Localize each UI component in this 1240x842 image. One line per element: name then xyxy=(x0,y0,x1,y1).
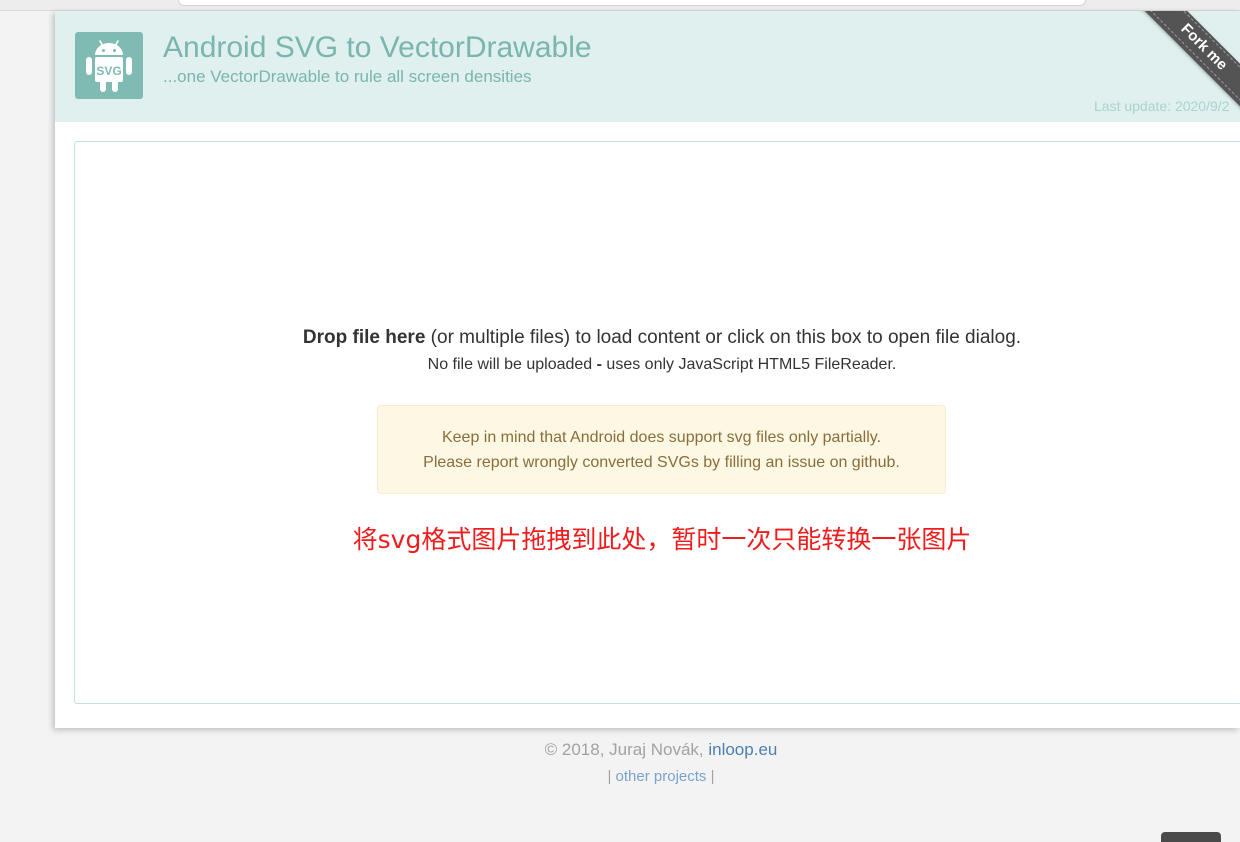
footer-copyright: © 2018, Juraj Novák, inloop.eu xyxy=(0,740,1240,760)
drop-file-here-label: Drop file here xyxy=(302,327,426,348)
upload-note: No file will be uploaded - uses only Jav… xyxy=(75,356,1240,374)
browser-top-strip xyxy=(0,0,1240,11)
logo-text: SVG xyxy=(96,64,121,78)
copyright-text: © 2018, Juraj Novák, xyxy=(544,740,709,759)
separator-right: | xyxy=(706,768,715,785)
warning-line-1: Keep in mind that Android does support s… xyxy=(441,429,882,446)
author-link[interactable]: inloop.eu xyxy=(708,740,777,759)
app-subtitle: ...one VectorDrawable to rule all screen… xyxy=(163,67,532,86)
upload-note-pre: No file will be uploaded xyxy=(427,356,597,373)
chinese-annotation: 将svg格式图片拖拽到此处，暂时一次只能转换一张图片 xyxy=(352,525,972,554)
drop-instructions: Drop file here (or multiple files) to lo… xyxy=(75,327,1240,349)
address-bar[interactable] xyxy=(178,0,1086,6)
other-projects-link[interactable]: other projects xyxy=(616,768,707,785)
file-drop-zone[interactable]: Drop file here (or multiple files) to lo… xyxy=(74,141,1240,704)
footer-links: | other projects | xyxy=(0,768,1240,785)
svg-support-warning: Keep in mind that Android does support s… xyxy=(377,405,946,494)
warning-line-2: Please report wrongly converted SVGs by … xyxy=(423,454,900,471)
upload-note-post: uses only JavaScript HTML5 FileReader. xyxy=(601,356,897,373)
page-card: SVG Android SVG to VectorDrawable ...one… xyxy=(55,11,1240,728)
android-svg-logo-icon: SVG xyxy=(75,32,143,99)
app-title: Android SVG to VectorDrawable xyxy=(163,31,592,64)
header: SVG Android SVG to VectorDrawable ...one… xyxy=(55,11,1240,126)
drop-instructions-rest: (or multiple files) to load content or c… xyxy=(425,327,1022,348)
last-update-label: Last update: 2020/9/2 xyxy=(1094,98,1230,114)
corner-widget[interactable] xyxy=(1161,832,1221,842)
separator-left: | xyxy=(607,768,616,785)
